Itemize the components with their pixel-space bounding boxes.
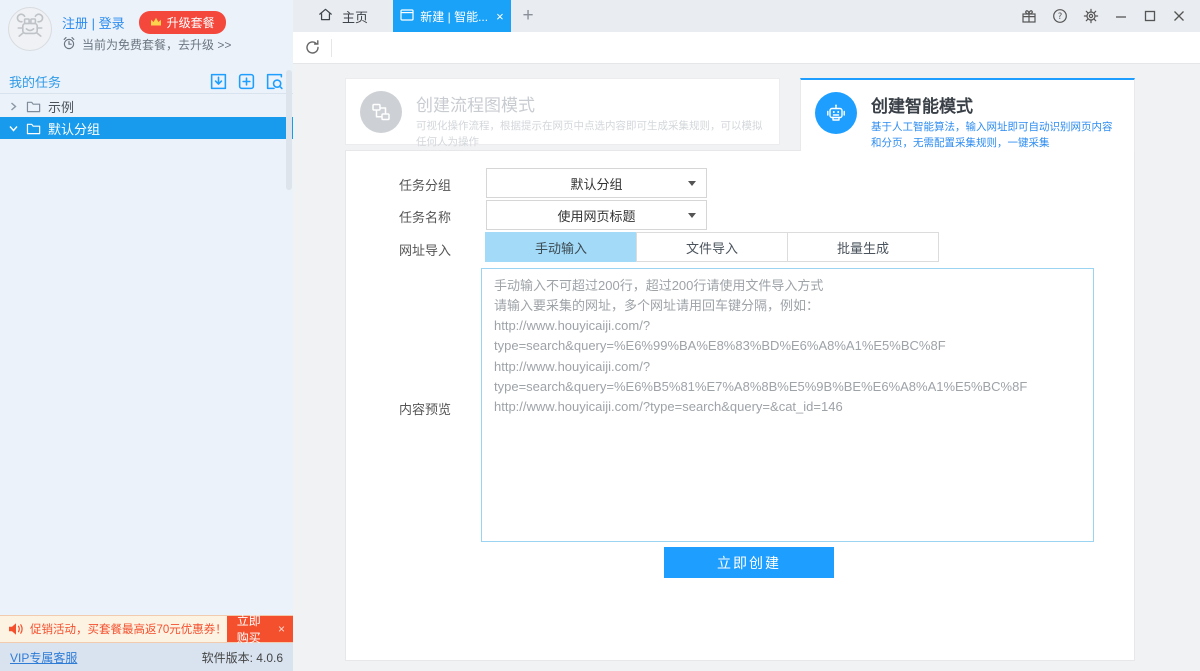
task-group-label: 任务分组 [399, 175, 451, 194]
folder-icon [26, 122, 41, 135]
promo-close-icon[interactable]: × [274, 622, 293, 636]
buy-now-button[interactable]: 立即购买 [227, 612, 274, 646]
flowchart-icon [360, 91, 402, 133]
new-tab-button[interactable]: + [511, 0, 545, 32]
crown-icon [150, 16, 162, 30]
my-tasks-title: 我的任务 [9, 72, 61, 91]
promo-text: 促销活动，买套餐最高返70元优惠券！ [30, 621, 227, 637]
import-task-icon[interactable] [209, 72, 228, 91]
gear-icon[interactable] [1083, 8, 1099, 24]
user-area: 注册 | 登录 升级套餐 当前为免费套餐，去升级 >> [0, 0, 293, 66]
sidebar-item-default-group[interactable]: 默认分组 [0, 117, 293, 139]
vip-support-link[interactable]: VIP专属客服 [10, 649, 77, 666]
url-import-label: 网址导入 [399, 240, 451, 259]
main-area: 主页 新建 | 智能... × + ? [293, 0, 1200, 671]
tab-new-smart[interactable]: 新建 | 智能... × [393, 0, 511, 32]
url-input-textarea[interactable]: 手动输入不可超过200行，超过200行请使用文件导入方式 请输入要采集的网址，多… [481, 268, 1094, 542]
tab-manual-input[interactable]: 手动输入 [485, 232, 637, 262]
caret-down-icon [688, 181, 696, 186]
alarm-clock-icon [62, 36, 76, 53]
gift-icon[interactable] [1021, 8, 1037, 24]
free-plan-text: 当前为免费套餐，去升级 >> [82, 36, 231, 53]
tab-home-label: 主页 [342, 7, 368, 26]
tab-bar: 主页 新建 | 智能... × + ? [293, 0, 1200, 32]
chevron-down-icon [9, 124, 19, 133]
promo-bar: 促销活动，买套餐最高返70元优惠券！ 立即购买 × [0, 615, 293, 643]
smart-mode-desc: 基于人工智能算法，输入网址即可自动识别网页内容和分页，无需配置采集规则，一键采集 [871, 120, 1120, 152]
tab-batch-generate[interactable]: 批量生成 [787, 232, 939, 262]
search-task-icon[interactable] [265, 72, 284, 91]
crab-logo-icon [12, 10, 48, 49]
chevron-right-icon [9, 102, 19, 111]
close-icon[interactable] [1172, 9, 1186, 23]
maximize-icon[interactable] [1143, 9, 1157, 23]
caret-down-icon [688, 213, 696, 218]
home-icon [318, 7, 333, 25]
tasks-header: 我的任务 [0, 70, 293, 94]
flowchart-mode-title: 创建流程图模式 [416, 91, 765, 116]
mode-card-flowchart[interactable]: 创建流程图模式 可视化操作流程，根据提示在网页中点选内容即可生成采集规则，可以模… [345, 78, 780, 145]
version-label: 软件版本: 4.0.6 [202, 649, 283, 666]
task-group-select[interactable]: 默认分组 [486, 168, 707, 198]
task-name-value: 使用网页标题 [557, 206, 635, 225]
tab-file-import[interactable]: 文件导入 [636, 232, 788, 262]
sidebar-item-examples[interactable]: 示例 [0, 95, 293, 117]
smart-mode-panel: 任务分组 默认分组 任务名称 使用网页标题 网址导入 手动输入 文件导入 批量生… [345, 150, 1135, 661]
app-logo [8, 7, 52, 51]
browser-toolbar [293, 32, 1200, 64]
page-icon [400, 9, 414, 24]
app-window: 注册 | 登录 升级套餐 当前为免费套餐，去升级 >> [0, 0, 1200, 671]
flowchart-mode-desc: 可视化操作流程，根据提示在网页中点选内容即可生成采集规则，可以模拟任何人为操作 [416, 119, 765, 151]
folder-icon [26, 100, 41, 113]
url-import-tabs: 手动输入 文件导入 批量生成 [485, 232, 939, 262]
sidebar: 注册 | 登录 升级套餐 当前为免费套餐，去升级 >> [0, 0, 293, 671]
sidebar-scrollbar[interactable] [286, 70, 292, 190]
status-bar: VIP专属客服 软件版本: 4.0.6 [0, 643, 293, 671]
content-area: 创建流程图模式 可视化操作流程，根据提示在网页中点选内容即可生成采集规则，可以模… [293, 64, 1200, 671]
login-register-link[interactable]: 注册 | 登录 [62, 13, 125, 32]
speaker-icon [8, 622, 24, 636]
upgrade-plan-label: 升级套餐 [167, 14, 215, 31]
content-preview-label: 内容预览 [399, 399, 451, 418]
help-icon[interactable]: ? [1052, 8, 1068, 24]
tab-home[interactable]: 主页 [293, 0, 393, 32]
smart-mode-title: 创建智能模式 [871, 92, 1120, 117]
mode-card-smart[interactable]: 创建智能模式 基于人工智能算法，输入网址即可自动识别网页内容和分页，无需配置采集… [800, 78, 1135, 151]
tree-item-label: 示例 [48, 97, 74, 116]
free-plan-notice[interactable]: 当前为免费套餐，去升级 >> [62, 36, 231, 53]
minimize-icon[interactable] [1114, 9, 1128, 23]
add-task-icon[interactable] [237, 72, 256, 91]
task-group-value: 默认分组 [570, 174, 622, 193]
upgrade-plan-button[interactable]: 升级套餐 [139, 11, 226, 34]
task-name-label: 任务名称 [399, 207, 451, 226]
tab-close-icon[interactable]: × [496, 9, 504, 24]
tab-label: 新建 | 智能... [420, 8, 488, 25]
reload-icon[interactable] [304, 39, 321, 56]
create-now-button[interactable]: 立即创建 [664, 547, 834, 578]
tree-item-label: 默认分组 [48, 119, 100, 138]
robot-icon [815, 92, 857, 134]
svg-text:?: ? [1058, 12, 1063, 22]
task-name-select[interactable]: 使用网页标题 [486, 200, 707, 230]
